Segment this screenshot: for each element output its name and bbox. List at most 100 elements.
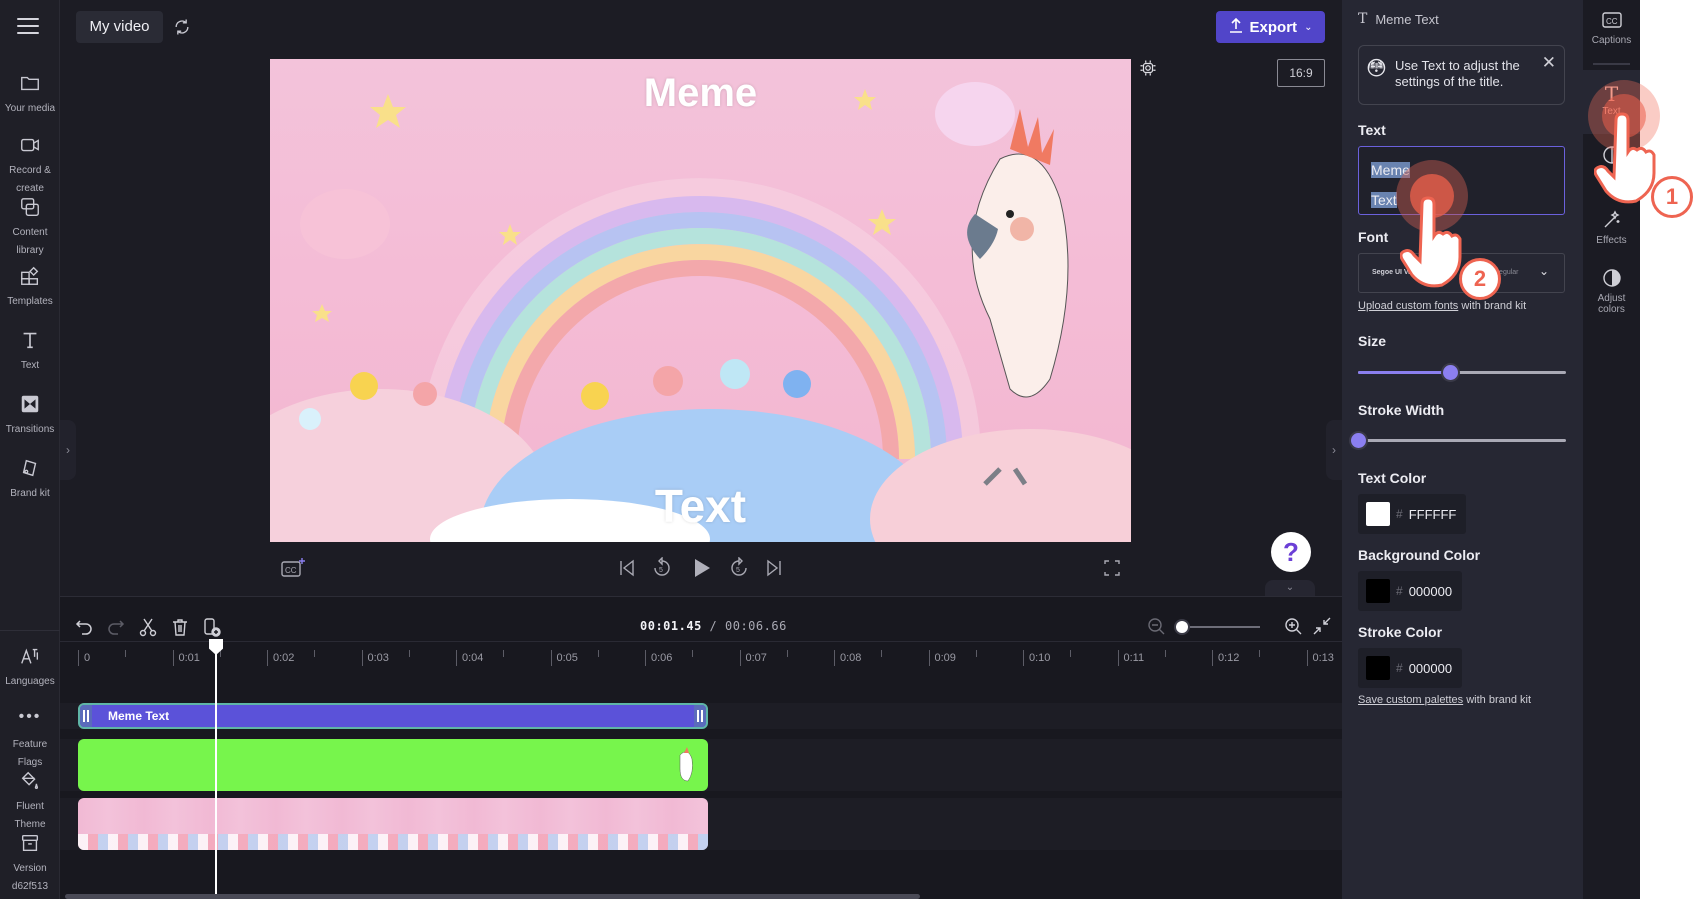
upload-icon (1229, 17, 1243, 37)
upload-custom-fonts-link[interactable]: Upload custom fonts (1358, 300, 1458, 312)
stroke-color-picker[interactable]: # 000000 (1358, 648, 1463, 688)
background-clip[interactable] (78, 798, 708, 850)
current-time: 00:01.45 (640, 619, 702, 633)
zoom-out-icon[interactable] (1147, 617, 1165, 635)
timeline-zoom-slider[interactable] (1176, 621, 1260, 633)
close-icon[interactable]: ✕ (1542, 53, 1556, 73)
captions-ai-button[interactable]: CC (281, 557, 307, 579)
sidebar-item-content-library[interactable]: Content library (0, 196, 60, 258)
ruler-tick-label: 0:03 (361, 650, 389, 666)
menu-button[interactable] (17, 18, 39, 34)
ruler-tick-label: 0:12 (1212, 650, 1239, 666)
tool-effects[interactable]: Effects (1583, 210, 1640, 246)
tool-adjust-colors[interactable]: Adjust colors (1583, 268, 1640, 315)
text-icon: T (1358, 11, 1368, 27)
ruler-minor-tick (1070, 650, 1072, 657)
preview-settings-icon[interactable] (1139, 59, 1157, 77)
text-input[interactable]: Meme Text (1358, 146, 1565, 215)
stroke-width-label: Stroke Width (1358, 402, 1445, 418)
playhead[interactable] (209, 639, 224, 900)
ruler-minor-tick (597, 650, 599, 657)
ruler-tick-label: 0:06 (645, 650, 672, 666)
ruler-tick-label: 0:11 (1117, 650, 1144, 666)
size-slider-thumb[interactable] (1442, 365, 1458, 380)
undo-icon[interactable] (74, 617, 94, 637)
export-button[interactable]: Export ⌄ (1216, 11, 1325, 43)
tool-captions[interactable]: CC Captions (1583, 10, 1640, 46)
video-preview[interactable]: Meme Text (270, 59, 1131, 542)
text-color-picker[interactable]: # FFFFFF (1358, 494, 1467, 534)
help-button[interactable]: ? (1271, 532, 1311, 572)
fit-timeline-icon[interactable] (1313, 617, 1331, 635)
ruler-tick-label: 0:01 (172, 650, 200, 666)
transitions-icon (0, 393, 60, 417)
timeline-ruler[interactable]: 0 0:01 0:02 0:03 0:04 0:05 0:06 0:07 0:08 0:09 0:1… (60, 641, 1355, 671)
play-button[interactable] (692, 557, 712, 579)
sidebar-item-your-media[interactable]: Your media (0, 72, 60, 116)
size-slider[interactable] (1358, 364, 1566, 380)
split-scissors-icon[interactable] (138, 617, 158, 637)
sidebar-item-fluent-theme[interactable]: Fluent Theme (0, 770, 60, 832)
ruler-minor-tick (408, 650, 410, 657)
collapse-timeline-button[interactable]: ⌄ (1265, 580, 1315, 596)
timeline-horizontal-scrollbar[interactable] (65, 894, 920, 899)
overlay-clip[interactable] (78, 739, 708, 791)
stroke-color-swatch (1366, 656, 1390, 680)
font-dropdown[interactable]: Segoe UI Variable Regular ⌄ (1358, 253, 1565, 293)
fullscreen-icon[interactable] (1103, 557, 1121, 579)
background-color-picker[interactable]: # 000000 (1358, 571, 1463, 611)
tool-fade[interactable] (1583, 145, 1640, 170)
text-clip[interactable]: Meme Text (78, 703, 708, 729)
total-time: 00:06.66 (725, 619, 787, 633)
more-dots-icon: ••• (18, 708, 42, 725)
timeline: 00:01.45 / 00:06.66 0 0:01 0:02 0:03 0:04 0:0… (60, 596, 1355, 900)
skip-to-start-icon[interactable] (618, 557, 636, 579)
forward-5-icon[interactable]: 5 (729, 556, 749, 579)
redo-icon[interactable] (106, 617, 126, 637)
rewind-5-icon[interactable]: 5 (652, 556, 672, 579)
delete-trash-icon[interactable] (170, 617, 190, 637)
sidebar-item-text[interactable]: Text (0, 329, 60, 373)
sidebar-divider (0, 630, 60, 631)
contrast-icon (1583, 268, 1640, 293)
sidebar-item-feature-flags[interactable]: ••• Feature Flags (0, 708, 60, 770)
sidebar-item-transitions[interactable]: Transitions (0, 393, 60, 437)
ruler-minor-tick (1259, 650, 1261, 657)
skip-to-end-icon[interactable] (765, 557, 783, 579)
save-palettes-line: Save custom palettes with brand kit (1358, 694, 1532, 706)
project-title[interactable]: My video (76, 11, 163, 43)
text-color-swatch (1366, 502, 1390, 526)
clip-trim-handle-left[interactable] (80, 705, 92, 727)
save-custom-palettes-link[interactable]: Save custom palettes (1358, 694, 1463, 706)
preview-bottom-text[interactable]: Text (270, 479, 1131, 533)
zoom-slider-thumb[interactable] (1176, 621, 1188, 633)
stroke-width-slider-thumb[interactable] (1351, 433, 1366, 448)
stroke-color-label: Stroke Color (1358, 624, 1443, 640)
ruler-tick-label: 0:08 (834, 650, 861, 666)
paint-bucket-icon (0, 770, 60, 794)
preview-top-text[interactable]: Meme (270, 71, 1131, 116)
cockatoo-thumbnail (679, 747, 693, 782)
ruler-minor-tick (975, 650, 977, 657)
zoom-in-icon[interactable] (1284, 617, 1302, 635)
aspect-ratio-button[interactable]: 16:9 (1277, 59, 1325, 87)
ruler-minor-tick (1164, 650, 1166, 657)
expand-left-panel-button[interactable]: › (60, 420, 76, 480)
tool-text[interactable]: T Text (1583, 82, 1640, 117)
templates-icon (0, 265, 60, 289)
background-color-swatch (1366, 579, 1390, 603)
sidebar-item-languages[interactable]: Languages (0, 645, 60, 689)
collapse-right-panel-button[interactable]: › (1326, 420, 1342, 480)
clip-trim-handle-right[interactable] (694, 705, 706, 727)
sidebar-item-templates[interactable]: Templates (0, 265, 60, 309)
sidebar-item-brand-kit[interactable]: Brand kit (0, 457, 60, 501)
sidebar-item-version[interactable]: Version d62f513 (0, 832, 60, 894)
stroke-width-slider[interactable] (1351, 432, 1566, 448)
text-icon (0, 329, 60, 353)
font-label: Font (1358, 229, 1389, 245)
sidebar-item-record-create[interactable]: Record & create (0, 134, 60, 196)
sync-icon[interactable] (172, 17, 192, 37)
add-to-timeline-icon[interactable] (202, 617, 222, 637)
svg-text:5: 5 (736, 567, 740, 574)
right-tool-strip: CC Captions T Text Effects Adjust colors (1583, 0, 1640, 899)
